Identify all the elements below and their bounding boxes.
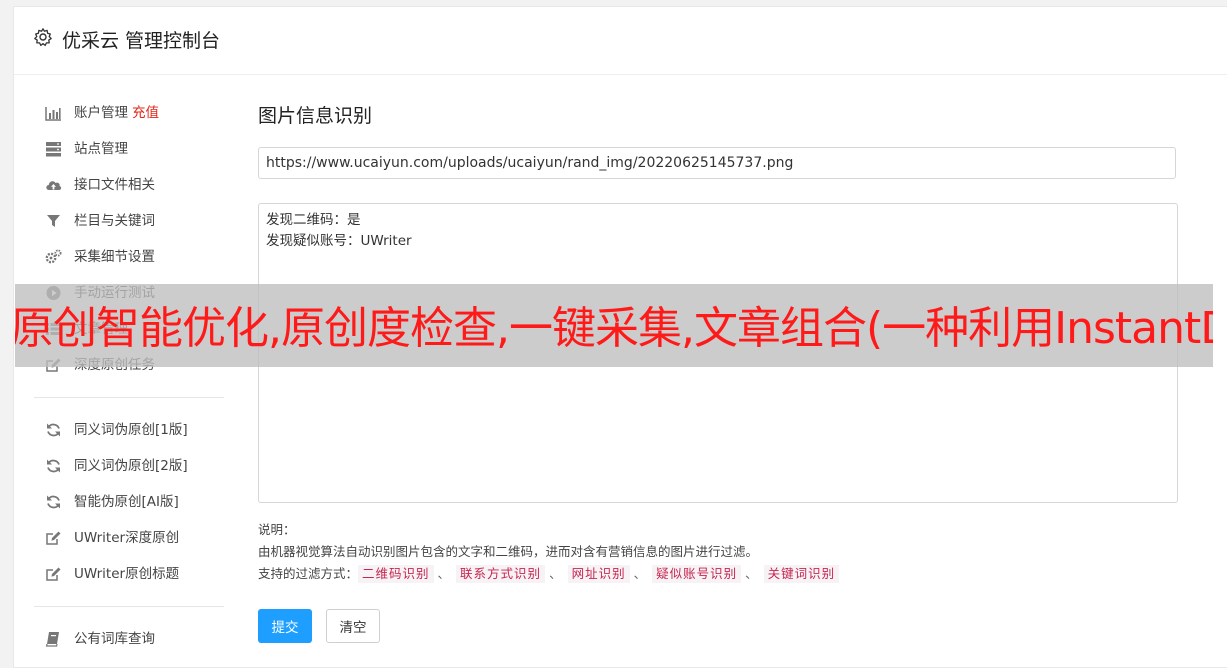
notes: 说明： 由机器视觉算法自动识别图片包含的文字和二维码，进而对含有营销信息的图片进… <box>258 519 840 585</box>
sidebar-item-label: 采集细节设置 <box>74 249 155 265</box>
sidebar-item-label: 站点管理 <box>74 141 128 157</box>
filter-icon <box>45 213 62 229</box>
submit-button[interactable]: 提交 <box>258 609 312 643</box>
sidebar-item-label: 同义词伪原创[2版] <box>74 458 188 474</box>
filter-tag: 二维码识别 <box>358 565 434 583</box>
notes-title: 说明： <box>258 522 296 537</box>
filter-tag: 疑似账号识别 <box>652 565 742 583</box>
sidebar-item-公有词库查询[interactable]: 公有词库查询 <box>14 621 224 657</box>
tag-separator: 、 <box>745 566 758 581</box>
sidebar-item-同义词伪原创-2版[interactable]: 同义词伪原创[2版] <box>14 448 224 484</box>
refresh-icon <box>45 458 62 474</box>
result-line: 发现二维码：是 <box>266 212 361 228</box>
filter-methods: 支持的过滤方式： 二维码识别、联系方式识别、网址识别、疑似账号识别、关键词识别 <box>258 563 840 585</box>
filter-tag: 关键词识别 <box>763 565 840 583</box>
sidebar-divider <box>34 606 224 607</box>
sidebar-item-label: 公有词库查询 <box>74 631 155 647</box>
sidebar-item-label: 栏目与关键词 <box>74 213 155 229</box>
filter-tag: 网址识别 <box>567 565 630 583</box>
bar-chart-icon <box>45 105 62 121</box>
gears-icon <box>45 249 62 265</box>
page-title: 优采云 管理控制台 <box>62 30 221 52</box>
book-icon <box>45 631 62 647</box>
sidebar-item-uwriter深度原创[interactable]: UWriter深度原创 <box>14 520 224 556</box>
sidebar-item-栏目与关键词[interactable]: 栏目与关键词 <box>14 203 224 239</box>
refresh-icon <box>45 494 62 510</box>
sidebar-item-uwriter原创标题[interactable]: UWriter原创标题 <box>14 556 224 592</box>
main-content: 图片信息识别 发现二维码：是 发现疑似账号：UWriter 说明： 由机器视觉算… <box>258 99 1178 643</box>
sidebar-item-label: 智能伪原创[AI版] <box>74 494 179 510</box>
clear-button[interactable]: 清空 <box>326 609 380 643</box>
sidebar-item-接口文件相关[interactable]: 接口文件相关 <box>14 167 224 203</box>
result-line: 发现疑似账号：UWriter <box>266 233 412 249</box>
sidebar-item-站点管理[interactable]: 站点管理 <box>14 131 224 167</box>
tag-separator: 、 <box>633 566 647 581</box>
sidebar-item-label: UWriter深度原创 <box>74 530 180 546</box>
sidebar-item-同义词伪原创-1版[interactable]: 同义词伪原创[1版] <box>14 412 224 448</box>
server-icon <box>45 141 62 157</box>
sidebar-item-账户管理[interactable]: 账户管理 充值 <box>14 95 224 131</box>
banner-text: 原创智能优化,原创度检查,一键采集,文章组合(一种利用InstantD <box>15 303 1213 354</box>
edit-icon <box>45 566 62 582</box>
sidebar-item-label: UWriter原创标题 <box>74 566 180 582</box>
sidebar-item-label: 接口文件相关 <box>74 177 155 193</box>
tag-separator: 、 <box>437 566 451 581</box>
recharge-link[interactable]: 充值 <box>132 105 159 121</box>
sidebar: 账户管理充值站点管理接口文件相关栏目与关键词采集细节设置手动运行测试文章管理深度… <box>14 95 224 657</box>
section-heading: 图片信息识别 <box>258 105 373 127</box>
filter-tag: 联系方式识别 <box>456 565 546 583</box>
sidebar-item-采集细节设置[interactable]: 采集细节设置 <box>14 239 224 275</box>
sidebar-item-label: 同义词伪原创[1版] <box>74 422 188 438</box>
image-url-input[interactable] <box>258 147 1176 179</box>
edit-icon <box>45 530 62 546</box>
header: 优采云 管理控制台 <box>14 7 1227 75</box>
sidebar-item-智能伪原创-ai版[interactable]: 智能伪原创[AI版] <box>14 484 224 520</box>
overlay-banner: 原创智能优化,原创度检查,一键采集,文章组合(一种利用InstantD <box>15 284 1213 367</box>
sidebar-divider <box>34 397 224 398</box>
cloud-upload-icon <box>45 177 62 193</box>
filter-prefix: 支持的过滤方式： <box>258 566 359 581</box>
gear-icon <box>34 28 52 47</box>
refresh-icon <box>45 422 62 438</box>
notes-description: 由机器视觉算法自动识别图片包含的文字和二维码，进而对含有营销信息的图片进行过滤。 <box>258 544 759 559</box>
sidebar-item-label: 账户管理 <box>74 105 128 121</box>
tag-separator: 、 <box>549 566 562 581</box>
